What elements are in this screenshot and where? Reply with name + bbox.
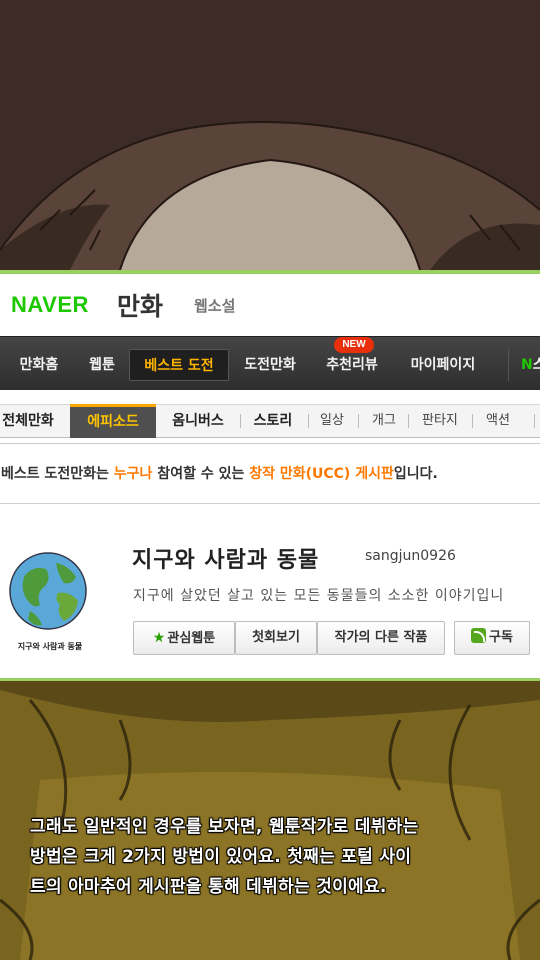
divider [358,414,359,428]
comic-service-logo[interactable]: 만화 [117,287,163,323]
naver-logo[interactable]: NAVER [11,292,89,318]
notice-highlight-anyone: 누구나 [113,466,153,482]
nav-item-partial[interactable]: N스 [508,349,540,381]
nav-item-partial-n: N [521,357,533,373]
other-works-button[interactable]: 작가의 다른 작품 [317,621,445,655]
nav-item-challenge-comic[interactable]: 도전만화 [236,349,304,381]
tab-story[interactable]: 스토리 [244,404,302,438]
notice-prefix: 베스트 도전만화는 [1,466,114,482]
caption-line: 트의 아마추어 게시판을 통해 데뷔하는 것이에요. [30,877,387,897]
genre-fantasy[interactable]: 판타지 [422,404,458,438]
star-icon: ★ [152,630,166,646]
sub-navigation: 전체만화 에피소드 옴니버스 스토리 일상 개그 판타지 액션 [0,390,540,444]
divider [408,414,409,428]
favorite-label: 관심웹툰 [167,631,216,646]
author-name[interactable]: sangjun0926 [365,548,456,564]
caption-line: 그래도 일반적인 경우를 보자면, 웹툰작가로 데뷔하는 [30,817,419,837]
nav-item-best-challenge[interactable]: 베스트 도전 [129,349,229,381]
genre-action[interactable]: 액션 [486,404,510,438]
rss-icon [471,628,487,643]
comic-title[interactable]: 지구와 사람과 동물 [132,542,319,574]
nav-item-comic-home[interactable]: 만화홈 [8,349,70,381]
divider [240,414,241,428]
comic-thumbnail[interactable]: 지구와 사람과 동물 [6,549,96,659]
notice-highlight-ucc: 창작 만화(UCC) 게시판 [249,466,394,482]
subscribe-button[interactable]: 구독 [454,621,530,655]
tab-omnibus[interactable]: 옴니버스 [160,404,236,438]
first-episode-button[interactable]: 첫회보기 [235,621,317,655]
best-challenge-notice: 베스트 도전만화는 누구나 참여할 수 있는 창작 만화(UCC) 게시판입니다… [0,444,540,504]
nav-item-my-page[interactable]: 마이페이지 [402,349,484,381]
web-novel-link[interactable]: 웹소설 [194,295,235,316]
caption-line: 방법은 크게 2가지 방법이 있어요. 첫째는 포털 사이 [30,847,412,867]
thumbnail-caption: 지구와 사람과 동물 [18,641,83,651]
tab-episode[interactable]: 에피소드 [70,404,156,438]
site-header: NAVER 만화 웹소설 [0,274,540,336]
divider [472,414,473,428]
main-navigation: NEW 만화홈 웹툰 베스트 도전 도전만화 추천리뷰 마이페이지 N스 [0,336,540,390]
comic-info: 지구와 사람과 동물 지구와 사람과 동물 sangjun0926 지구에 살았… [0,504,540,678]
divider [534,414,535,428]
favorite-webtoon-button[interactable]: ★ 관심웹툰 [133,621,235,655]
nav-item-partial-rest: 스 [533,357,540,373]
nav-item-webtoon[interactable]: 웹툰 [78,349,126,381]
genre-gag[interactable]: 개그 [372,404,396,438]
subscribe-label: 구독 [489,630,513,645]
nav-item-recommend-review[interactable]: 추천리뷰 [318,349,386,381]
naver-comic-screenshot: NAVER 만화 웹소설 NEW 만화홈 웹툰 베스트 도전 도전만화 추천리뷰… [0,270,540,681]
genre-daily[interactable]: 일상 [320,404,344,438]
comic-caption: 그래도 일반적인 경우를 보자면, 웹툰작가로 데뷔하는 방법은 크게 2가지 … [30,812,530,902]
divider [308,414,309,428]
notice-middle: 참여할 수 있는 [152,466,250,482]
tab-all-comics[interactable]: 전체만화 [0,404,62,438]
comic-description: 지구에 살았던 살고 있는 모든 동물들의 소소한 이야기입니 [133,588,505,604]
notice-suffix: 입니다. [393,466,438,482]
